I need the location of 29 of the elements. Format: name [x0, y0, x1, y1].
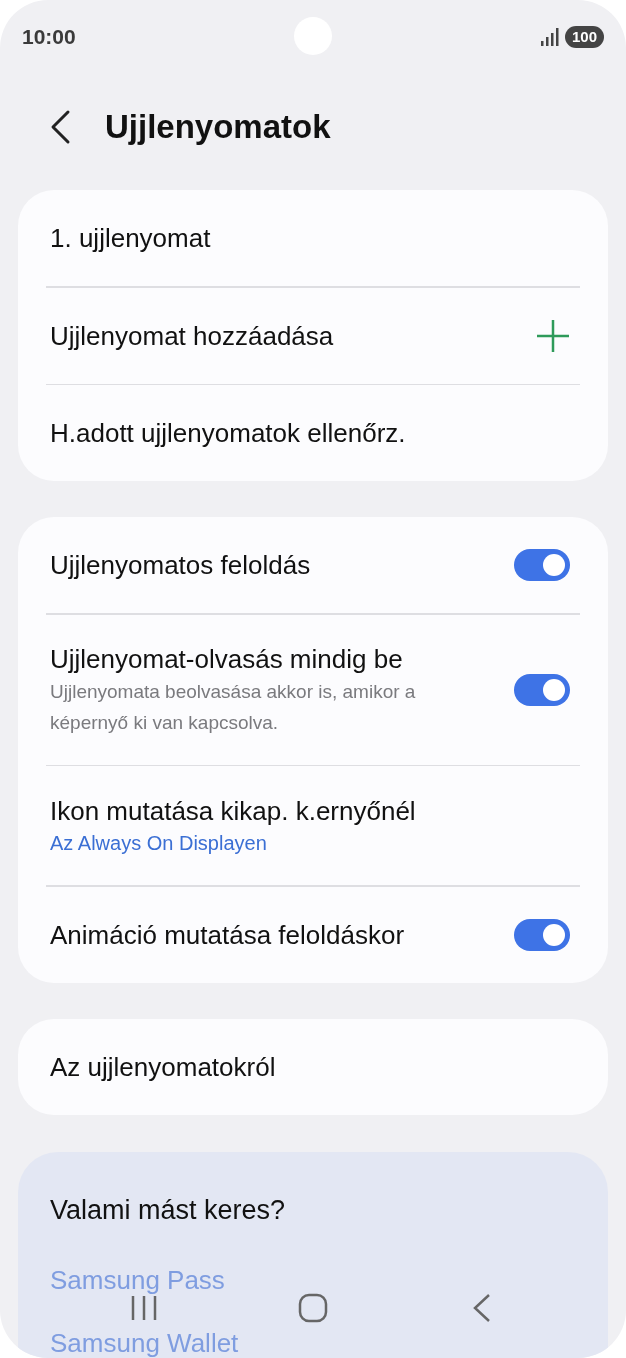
row-description: Ujjlenyomata beolvasása akkor is, amikor a képernyő ki van kapcsolva.: [50, 679, 417, 735]
signal-icon: [539, 27, 560, 47]
battery-level: 100: [564, 26, 604, 48]
settings-row[interactable]: Animáció mutatása feloldáskor: [18, 886, 608, 983]
toggle-switch[interactable]: [514, 549, 570, 581]
row-title: Ikon mutatása kikap. k.ernyőnél: [50, 794, 417, 828]
row-title: Ujjlenyomat-olvasás mindig be: [50, 642, 404, 676]
status-time: 10:00: [22, 24, 76, 51]
settings-row[interactable]: Ikon mutatása kikap. k.ernyőnél Az Always On Displayen: [18, 766, 608, 885]
settings-row[interactable]: Az ujjlenyomatokról: [18, 1018, 608, 1115]
row-title: Ujjlenyomatos feloldás: [50, 549, 312, 582]
back-icon: [471, 1293, 492, 1323]
page-title: Ujjlenyomatok: [105, 107, 331, 148]
settings-row[interactable]: H.adott ujjlenyomatok ellenőrz.: [18, 385, 608, 481]
toggle-switch[interactable]: [514, 918, 570, 951]
row-title: H.adott ujjlenyomatok ellenőrz.: [50, 417, 407, 450]
toggle-switch[interactable]: [514, 673, 570, 706]
settings-row[interactable]: Ujjlenyomat-olvasás mindig be Ujjlenyomata beolvasása akkor is, amikor a képernyő ki van kapcsolva.: [18, 614, 608, 765]
suggestion-title: Valami mást keres?: [50, 1193, 287, 1227]
row-title: Az ujjlenyomatokról: [50, 1050, 277, 1084]
row-title: 1. ujjlenyomat: [50, 222, 212, 255]
settings-row[interactable]: 1. ujjlenyomat: [18, 190, 608, 286]
row-subtitle: Az Always On Displayen: [50, 830, 268, 856]
settings-row[interactable]: Ujjlenyomat hozzáadása: [18, 287, 608, 384]
add-icon[interactable]: [536, 318, 570, 353]
home-icon: [298, 1293, 328, 1323]
settings-row[interactable]: Ujjlenyomatos feloldás: [18, 517, 608, 613]
row-title: Animáció mutatása feloldáskor: [50, 918, 406, 952]
row-title: Ujjlenyomat hozzáadása: [50, 319, 335, 353]
